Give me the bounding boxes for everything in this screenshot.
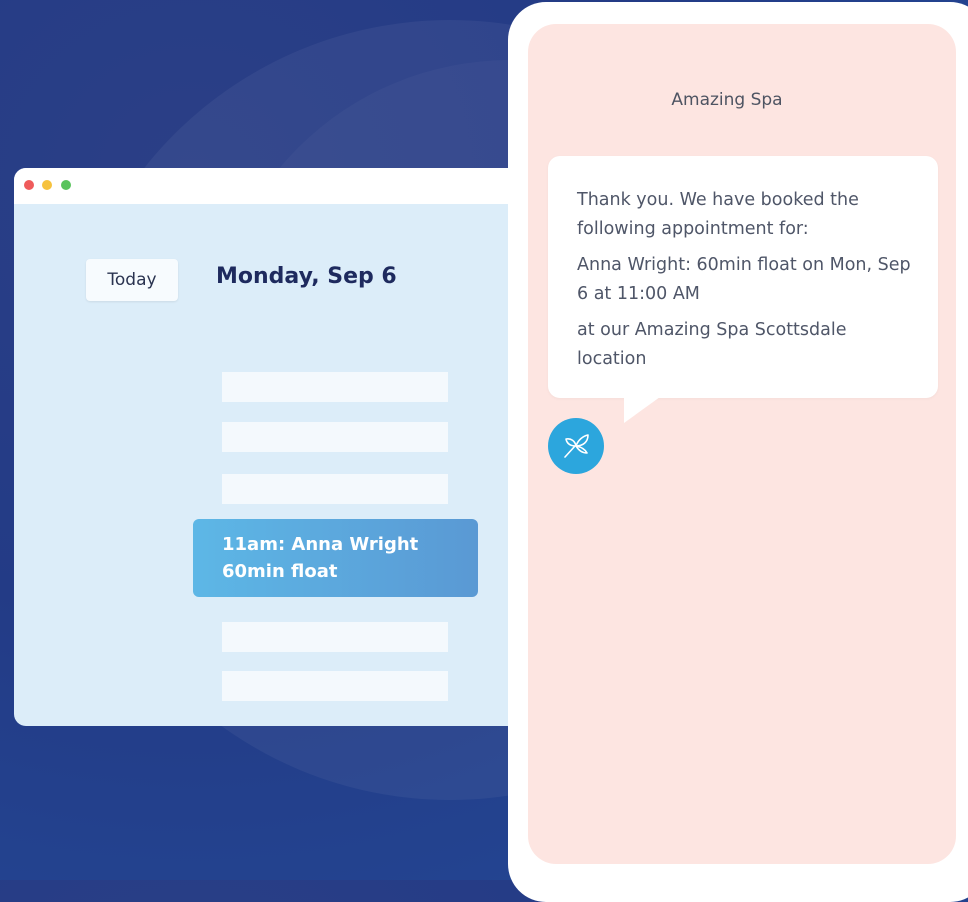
message-bubble: Thank you. We have booked the following … (548, 156, 938, 398)
close-window-dot[interactable] (24, 180, 34, 190)
leaf-logo-icon (564, 434, 589, 458)
appointment-time-client: 11am: Anna Wright (222, 534, 419, 555)
contact-name: Amazing Spa (671, 90, 783, 110)
contact-name-header: Amazing Spa (528, 90, 956, 110)
phone-frame: Amazing Spa Thank you. We have booked th… (508, 2, 968, 902)
calendar-slot[interactable] (222, 622, 448, 652)
appointment-block[interactable]: 11am: Anna Wright 60min float (193, 519, 478, 597)
maximize-window-dot[interactable] (61, 180, 71, 190)
calendar-slot[interactable] (222, 474, 448, 504)
message-paragraph: Anna Wright: 60min float on Mon, Sep 6 a… (577, 255, 911, 304)
today-button[interactable]: Today (86, 259, 178, 301)
calendar-slot[interactable] (222, 422, 448, 452)
phone-screen: Amazing Spa Thank you. We have booked th… (528, 24, 956, 864)
calendar-window: Today Monday, Sep 6 11am: Anna Wright 60… (14, 168, 574, 726)
calendar-date-title: Monday, Sep 6 (216, 264, 397, 289)
message-paragraph: at our Amazing Spa Scottsdale location (577, 320, 847, 369)
window-title-bar (14, 168, 574, 204)
minimize-window-dot[interactable] (42, 180, 52, 190)
message-bubble-tail (624, 397, 660, 423)
calendar-slot[interactable] (222, 671, 448, 701)
appointment-service: 60min float (222, 561, 338, 582)
calendar-slot[interactable] (222, 372, 448, 402)
sender-avatar (548, 418, 604, 474)
message-paragraph: Thank you. We have booked the following … (577, 190, 859, 239)
